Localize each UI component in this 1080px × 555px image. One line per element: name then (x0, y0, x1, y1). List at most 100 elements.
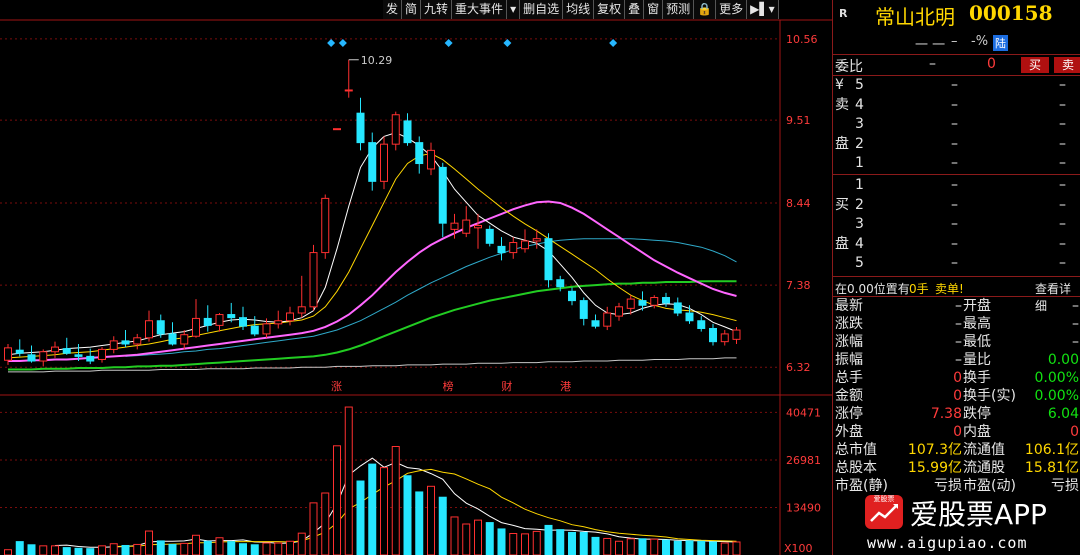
toolbar-button-3[interactable]: 重大事件 (452, 0, 508, 19)
sell-price: – (951, 77, 958, 93)
buy-price: – (951, 216, 958, 232)
toolbar-button-2[interactable]: 九转 (421, 0, 453, 19)
buy-level-5: 5 – – (833, 254, 1080, 274)
price-tick-label: 6.32 (786, 361, 811, 374)
buy-level-label: 3 (855, 216, 864, 232)
volume-bar (239, 543, 247, 555)
stat-value: – (955, 334, 962, 350)
volume-bar (274, 542, 283, 555)
volume-bar (297, 532, 306, 555)
buy-level-1: 1 – – (833, 176, 1080, 196)
stat-label: 换手 (963, 370, 991, 386)
price-value: 一 一 (915, 38, 946, 53)
buy-volume: – (1059, 255, 1066, 271)
stat-value: – (955, 352, 962, 368)
volume-bar (51, 545, 59, 555)
volume-bar (403, 475, 412, 555)
candle-body (579, 300, 588, 319)
toolbar-button-5[interactable]: 删自选 (520, 0, 564, 19)
stat-label: 振幅 (835, 352, 863, 368)
toolbar-button-0[interactable]: 发 (383, 0, 403, 19)
stat-value: 106.1亿 (1024, 442, 1079, 458)
ma30-line (125, 238, 737, 357)
market-tag: 陆 (993, 35, 1008, 51)
candle-body (485, 228, 494, 244)
stat-value: 0 (953, 424, 962, 440)
candle-body (227, 314, 236, 319)
volume-bar (474, 519, 482, 555)
volume-bar (603, 537, 612, 555)
sell-level-label: 4 (855, 96, 864, 113)
sell-button[interactable]: 卖 (1054, 57, 1080, 73)
toolbar-button-11[interactable]: 🔒 (694, 0, 717, 19)
stat-value: – (955, 298, 962, 314)
stat-row: 外盘 0 内盘 0 (833, 423, 1080, 443)
volume-bar (4, 549, 12, 555)
stat-row: 总股本 15.99亿 流通股 15.81亿 (833, 459, 1080, 479)
price-tick-label: 8.44 (786, 197, 811, 210)
stat-row: 振幅 – 量比 0.00 (833, 351, 1080, 371)
volume-bars (4, 406, 741, 555)
committee-diff: 0 (987, 56, 996, 72)
sell-level-3: 3 – – (833, 115, 1080, 135)
price-summary: 一 一 – -% 陆 (833, 34, 1080, 53)
toolbar-button-6[interactable]: 均线 (563, 0, 595, 19)
stat-row: 涨跌 – 最高 – (833, 315, 1080, 335)
volume-bar (438, 496, 447, 555)
buy-button[interactable]: 买 (1021, 57, 1049, 73)
candle-body (74, 354, 83, 357)
candle-body (51, 346, 59, 353)
toolbar-button-1[interactable]: 简 (402, 0, 422, 19)
candle-body (450, 222, 459, 230)
candle-body (156, 320, 165, 335)
sell-price: – (951, 135, 958, 152)
kline-chart[interactable]: 10.56 9.51 8.44 7.38 6.32 40471 26981 13490 X100… (0, 0, 832, 555)
stat-value: 15.81亿 (1024, 460, 1079, 476)
watermark-brand: 爱股票APP (910, 498, 1047, 531)
stat-label: 最新 (835, 298, 863, 314)
candle-body (603, 312, 612, 327)
ma120-line (8, 357, 737, 373)
volume-bar (192, 534, 200, 555)
candle-body (462, 219, 471, 234)
buy-level-label: 4 (855, 235, 864, 252)
event-diamond-icon (444, 39, 453, 47)
toolbar-button-7[interactable]: 复权 (594, 0, 626, 19)
buy-side-char: 盘 (835, 235, 849, 252)
volume-bar (39, 545, 48, 555)
volume-bar (203, 540, 212, 555)
volume-bar (156, 540, 165, 555)
candle-body (15, 349, 24, 354)
price-tick-label: 7.38 (786, 279, 811, 292)
buy-price: – (951, 235, 958, 252)
sell-level-1: 1 – – (833, 154, 1080, 174)
buy-side-char: 买 (835, 196, 849, 213)
stat-label: 流通值 (963, 442, 1005, 458)
stat-label: 换手(实) (963, 388, 1016, 404)
stat-label: 开盘 (963, 298, 991, 314)
volume-bar (321, 492, 330, 555)
toolbar-button-12[interactable]: 更多 (716, 0, 748, 19)
buy-volume: – (1059, 216, 1066, 232)
sell-price: – (951, 116, 958, 132)
toolbar-button-9[interactable]: 窗 (644, 0, 664, 19)
candle-body (27, 354, 36, 362)
change-value: – (951, 34, 958, 49)
quote-panel: R 常山北明 000158 一 一 – -% 陆 委比 – 0 买 卖 ¥5– –… (832, 0, 1080, 555)
sell-level-5: ¥5 – – (833, 76, 1080, 96)
toolbar-button-8[interactable]: 叠 (625, 0, 645, 19)
stat-value: 107.3亿 (907, 442, 962, 458)
toolbar-button-13[interactable]: ▶▌▾ (747, 0, 779, 19)
stat-value: – (1072, 316, 1079, 332)
volume-bar (415, 491, 424, 555)
buy-volume: – (1059, 177, 1066, 193)
committee-value: – (929, 56, 936, 72)
stat-label: 总手 (835, 370, 863, 386)
toolbar-button-10[interactable]: 预测 (663, 0, 695, 19)
volume-bar (15, 541, 24, 555)
candle-body (732, 329, 741, 340)
toolbar-button-4[interactable]: ▾ (507, 0, 521, 19)
stat-value: – (955, 316, 962, 332)
candle-body (180, 334, 189, 345)
stat-label: 金额 (835, 388, 863, 404)
